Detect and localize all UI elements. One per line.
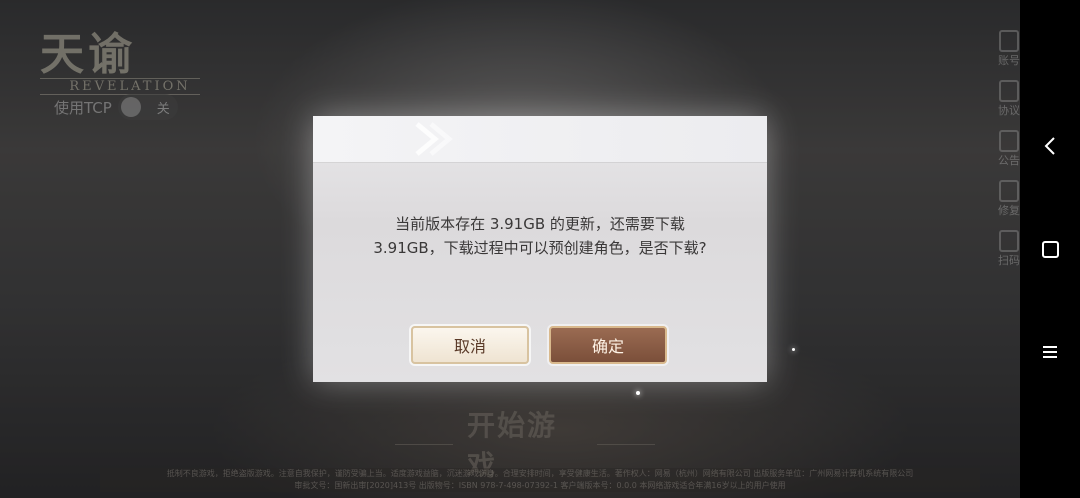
system-nav-bar xyxy=(1020,0,1080,498)
tcp-toggle-text: 关 xyxy=(156,101,170,117)
cancel-button[interactable]: 取消 xyxy=(411,326,529,364)
side-item-agreement[interactable]: 协议 xyxy=(998,80,1020,118)
update-dialog: 当前版本存在 3.91GB 的更新，还需要下载 3.91GB，下载过程中可以预创… xyxy=(313,116,767,382)
account-icon xyxy=(999,30,1019,52)
back-button[interactable] xyxy=(1020,126,1080,166)
footer-line: 抵制不良游戏，拒绝盗版游戏。注意自我保护，谨防受骗上当。适度游戏益脑，沉迷游戏伤… xyxy=(166,469,914,478)
chevron-decoration-icon xyxy=(415,122,453,156)
side-item-notice[interactable]: 公告 xyxy=(998,130,1020,168)
tcp-setting: 使用TCP 关 xyxy=(54,94,178,120)
message-line: 3.91GB，下载过程中可以预创建角色，是否下载? xyxy=(373,239,707,257)
menu-icon xyxy=(1043,346,1057,358)
side-item-qrcode[interactable]: 扫码 xyxy=(998,230,1020,268)
agreement-icon xyxy=(999,80,1019,102)
tcp-toggle[interactable]: 关 xyxy=(117,94,178,120)
confirm-button[interactable]: 确定 xyxy=(549,326,667,364)
menu-button[interactable] xyxy=(1020,332,1080,372)
qrcode-icon xyxy=(999,230,1019,252)
side-item-label: 扫码 xyxy=(998,254,1020,267)
sparkle-decoration xyxy=(792,348,795,351)
side-item-label: 协议 xyxy=(998,104,1020,117)
square-icon xyxy=(1041,240,1059,258)
toggle-knob xyxy=(120,97,141,117)
footer-notice: 抵制不良游戏，拒绝盗版游戏。注意自我保护，谨防受骗上当。适度游戏益脑，沉迷游戏伤… xyxy=(100,468,980,492)
repair-icon xyxy=(999,180,1019,202)
game-logo: 天谕 REVELATION xyxy=(40,18,200,95)
tcp-label: 使用TCP xyxy=(54,98,112,117)
side-item-label: 修复 xyxy=(998,204,1020,217)
notice-icon xyxy=(999,130,1019,152)
side-item-repair[interactable]: 修复 xyxy=(998,180,1020,218)
home-button[interactable] xyxy=(1020,229,1080,269)
logo-title: 天谕 xyxy=(40,29,136,80)
divider xyxy=(597,443,655,445)
message-line: 当前版本存在 3.91GB 的更新，还需要下载 xyxy=(395,215,685,233)
chevron-left-icon xyxy=(1044,137,1055,155)
footer-line: 审批文号：国新出审[2020]413号 出版物号：ISBN 978-7-498-… xyxy=(294,481,786,490)
sparkle-decoration xyxy=(636,391,640,395)
divider xyxy=(395,443,453,445)
side-menu: 账号 协议 公告 修复 扫码 xyxy=(998,30,1020,280)
side-item-label: 账号 xyxy=(998,54,1020,67)
side-item-label: 公告 xyxy=(998,154,1020,167)
dialog-message: 当前版本存在 3.91GB 的更新，还需要下载 3.91GB，下载过程中可以预创… xyxy=(333,212,747,260)
side-item-account[interactable]: 账号 xyxy=(998,30,1020,68)
dialog-header xyxy=(313,116,767,163)
